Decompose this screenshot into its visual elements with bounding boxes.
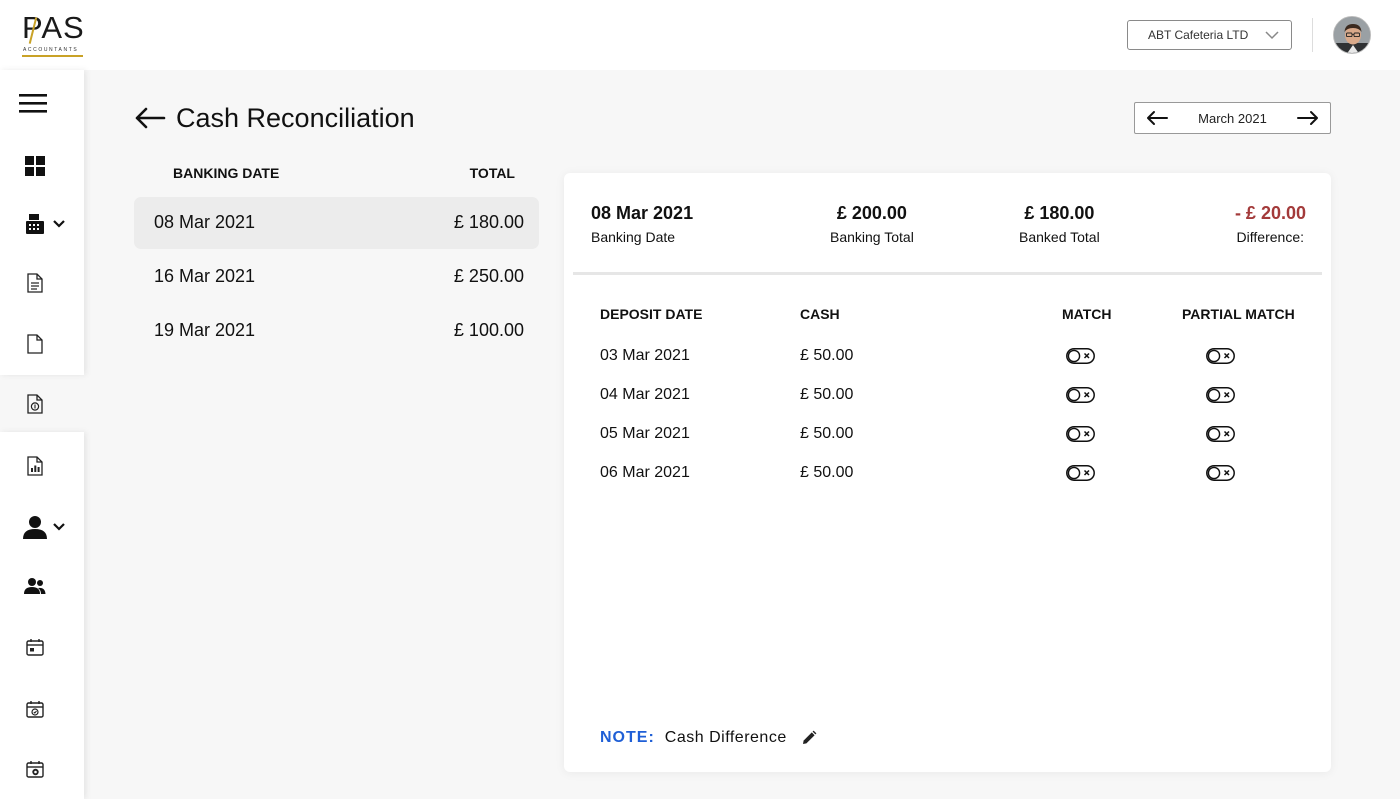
deposit-date: 03 Mar 2021 (600, 347, 690, 364)
banking-row[interactable]: 16 Mar 2021 £ 250.00 (134, 251, 539, 303)
page-header: Cash Reconciliation (134, 100, 415, 136)
avatar-image (1334, 17, 1370, 53)
summary-value: £ 200.00 (836, 203, 907, 223)
deposit-cash: £ 50.00 (800, 425, 854, 442)
banking-row-total: £ 100.00 (453, 320, 524, 340)
column-header-partial-match: PARTIAL MATCH (1182, 306, 1295, 322)
summary-value: - £ 20.00 (1234, 203, 1306, 223)
sidebar-secondary (0, 432, 84, 799)
column-header-match: MATCH (1062, 306, 1112, 322)
top-bar: PAS ACCOUNTANTS ABT Cafeteria LTD (0, 0, 1400, 70)
page-title: Cash Reconciliation (176, 102, 415, 133)
chevron-down-icon (53, 220, 65, 228)
users-group-icon[interactable] (22, 573, 48, 599)
calendar-icon[interactable] (22, 634, 48, 660)
summary-label: Banking Date (591, 229, 676, 245)
banking-list-header: BANKING DATE TOTAL (134, 165, 539, 183)
document-icon[interactable] (22, 270, 48, 296)
summary-label: Difference: (1236, 229, 1304, 245)
menu-icon[interactable] (18, 90, 48, 116)
banking-row[interactable]: 19 Mar 2021 £ 100.00 (134, 305, 539, 357)
summary-value: 08 Mar 2021 (591, 203, 694, 223)
reconciliation-detail-card: 08 Mar 2021 Banking Date £ 200.00 Bankin… (564, 173, 1331, 772)
cash-register-icon (26, 214, 44, 234)
user-avatar[interactable] (1333, 16, 1371, 54)
match-toggle[interactable] (1066, 348, 1095, 364)
match-toggle[interactable] (1066, 465, 1095, 481)
user-icon (23, 516, 47, 539)
user-menu[interactable] (20, 512, 68, 542)
partial-match-toggle[interactable] (1206, 387, 1235, 403)
partial-match-toggle[interactable] (1206, 465, 1235, 481)
summary-label: Banking Total (830, 229, 914, 245)
banking-row-total: £ 180.00 (453, 212, 524, 232)
banking-row-total: £ 250.00 (453, 266, 524, 286)
deposit-cash: £ 50.00 (800, 386, 854, 403)
invoice-money-icon[interactable] (22, 391, 48, 417)
company-select[interactable]: ABT Cafeteria LTD (1127, 20, 1292, 50)
month-navigator: March 2021 (1134, 102, 1331, 134)
report-chart-icon[interactable] (22, 453, 48, 479)
note-label: NOTE: (600, 729, 655, 746)
next-month-arrow-icon[interactable] (1296, 110, 1320, 126)
deposit-cash: £ 50.00 (800, 347, 854, 364)
partial-match-toggle[interactable] (1206, 348, 1235, 364)
partial-match-toggle[interactable] (1206, 426, 1235, 442)
deposit-date: 05 Mar 2021 (600, 425, 690, 442)
current-month: March 2021 (1198, 110, 1267, 126)
logo-subtext: ACCOUNTANTS (23, 47, 79, 53)
calendar-check-icon[interactable] (22, 696, 48, 722)
note-row: NOTE: Cash Difference (600, 729, 817, 747)
calendar-money-icon[interactable] (22, 756, 48, 782)
deposit-date: 06 Mar 2021 (600, 464, 690, 481)
deposit-date: 04 Mar 2021 (600, 386, 690, 403)
summary-banking-date: 08 Mar 2021 Banking Date (591, 203, 693, 245)
summary-label: Banked Total (1019, 229, 1100, 245)
file-icon[interactable] (22, 331, 48, 357)
cash-register-menu[interactable] (22, 210, 68, 238)
column-header-deposit-date: DEPOSIT DATE (600, 306, 703, 322)
summary-divider (573, 272, 1322, 275)
pas-logo[interactable]: PAS ACCOUNTANTS (22, 12, 84, 59)
chevron-down-icon (53, 523, 65, 531)
column-header-cash: CASH (800, 306, 840, 322)
column-header-banking-date: BANKING DATE (173, 165, 280, 181)
back-arrow-icon[interactable] (134, 107, 166, 129)
match-toggle[interactable] (1066, 426, 1095, 442)
deposit-cash: £ 50.00 (800, 464, 854, 481)
prev-month-arrow-icon[interactable] (1145, 110, 1169, 126)
company-select-value: ABT Cafeteria LTD (1148, 28, 1249, 42)
note-text: Cash Difference (664, 729, 787, 746)
summary-banking-total: £ 200.00 Banking Total (830, 203, 914, 245)
banking-row-date: 08 Mar 2021 (154, 212, 256, 232)
chevron-down-icon (1265, 31, 1279, 40)
column-header-total: TOTAL (469, 165, 515, 181)
match-toggle[interactable] (1066, 387, 1095, 403)
banking-row[interactable]: 08 Mar 2021 £ 180.00 (134, 197, 539, 249)
dashboard-icon[interactable] (22, 153, 48, 179)
banking-row-date: 16 Mar 2021 (154, 266, 256, 286)
summary-value: £ 180.00 (1024, 203, 1095, 223)
edit-pencil-icon[interactable] (801, 730, 817, 746)
banking-row-date: 19 Mar 2021 (154, 320, 256, 340)
summary-banked-total: £ 180.00 Banked Total (1019, 203, 1100, 245)
summary-difference: - £ 20.00 Difference: (1235, 203, 1306, 245)
header-divider (1312, 18, 1313, 52)
